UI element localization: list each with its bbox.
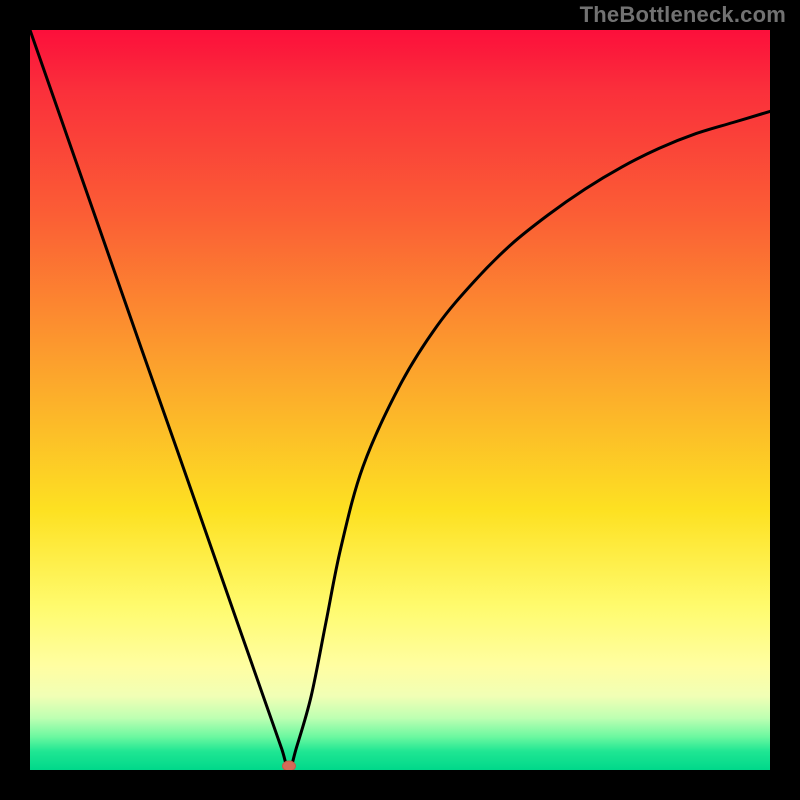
bottleneck-curve <box>30 30 770 770</box>
curve-svg <box>30 30 770 770</box>
chart-frame: TheBottleneck.com <box>0 0 800 800</box>
min-point-marker <box>283 761 296 770</box>
watermark-text: TheBottleneck.com <box>580 2 786 28</box>
plot-area <box>30 30 770 770</box>
